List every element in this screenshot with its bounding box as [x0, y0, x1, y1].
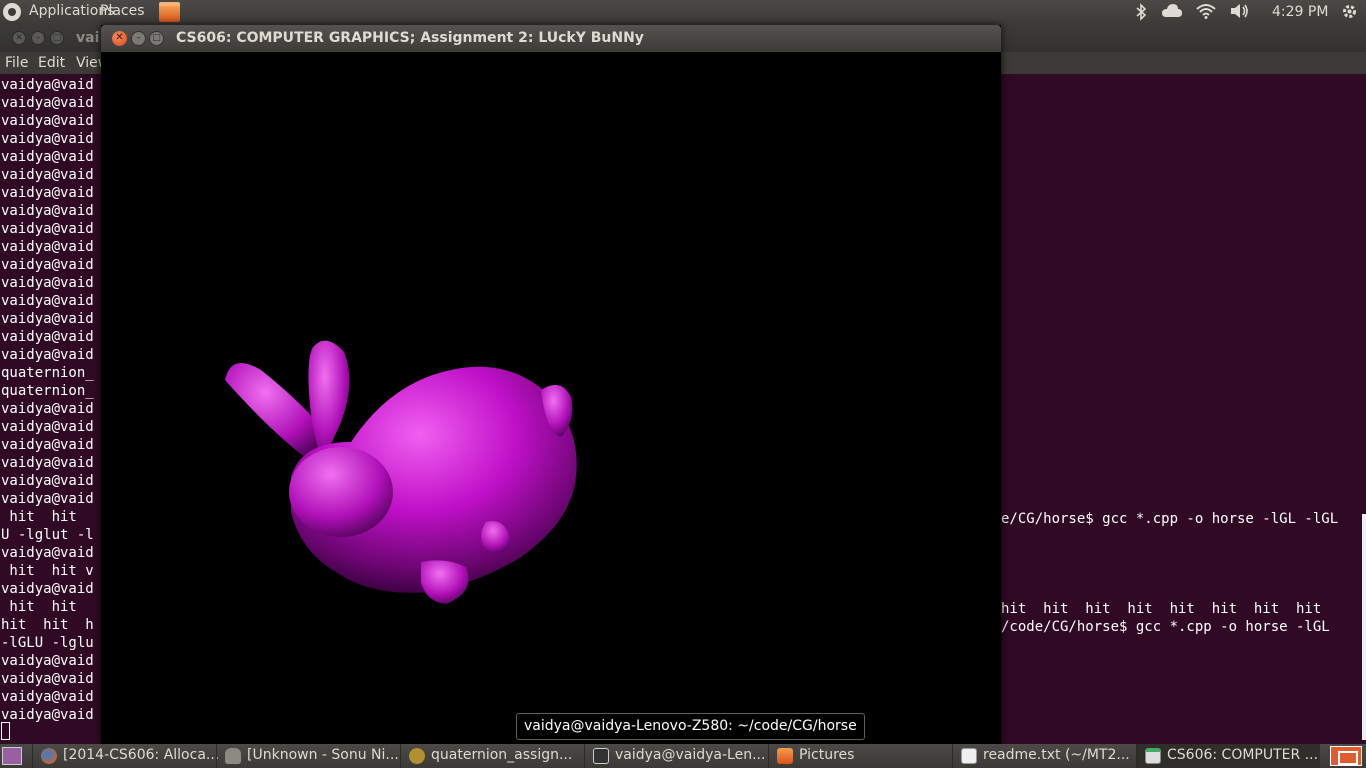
- terminal-line: vaidya@vaid: [1, 95, 94, 111]
- terminal-line: -lGLU -lglu: [1, 635, 94, 651]
- taskbar-item-gimp[interactable]: quaternion_assign...: [400, 744, 584, 768]
- taskbar-item-firefox[interactable]: [2014-CS606: Alloca...: [32, 744, 220, 768]
- terminal-line: vaidya@vaid: [1, 347, 94, 363]
- minimize-button[interactable]: –: [131, 31, 146, 46]
- terminal-line: quaternion_: [1, 365, 94, 381]
- bluetooth-icon[interactable]: [1135, 3, 1147, 25]
- taskbar-item-text-editor[interactable]: readme.txt (~/MT2...: [952, 744, 1136, 768]
- gear-icon[interactable]: [1341, 3, 1358, 24]
- menu-edit[interactable]: Edit: [38, 55, 65, 71]
- terminal-line: vaidya@vaid: [1, 275, 94, 291]
- taskbar-item-label: readme.txt (~/MT2...: [983, 747, 1130, 763]
- terminal-line: vaidya@vaid: [1, 149, 94, 165]
- terminal-line: quaternion_: [1, 383, 94, 399]
- taskbar-item-opengl-window[interactable]: CS606: COMPUTER ...: [1136, 744, 1320, 768]
- terminal-scrollbar[interactable]: [1362, 514, 1366, 740]
- close-button[interactable]: ✕: [112, 31, 127, 46]
- terminal-line: vaidya@vaid: [1, 239, 94, 255]
- places-menu[interactable]: Places: [100, 3, 145, 19]
- terminal-line: vaidya@vaid: [1, 437, 94, 453]
- taskbar-item-media-player[interactable]: [Unknown - Sonu Ni...: [216, 744, 400, 768]
- terminal-line: hit hit hit hit hit hit hit hit: [1001, 601, 1322, 617]
- taskbar-item-label: [2014-CS606: Alloca...: [63, 747, 220, 763]
- terminal-line: vaidya@vaid: [1, 401, 94, 417]
- terminal-line: vaidya@vaid: [1, 311, 94, 327]
- terminal-line: vaidya@vaid: [1, 707, 94, 723]
- gimp-icon: [409, 748, 425, 764]
- terminal-minimize-button[interactable]: –: [31, 31, 45, 45]
- terminal-line: vaidya@vaid: [1, 329, 94, 345]
- window-icon: [1145, 748, 1161, 764]
- terminal-line: vaidya@vaid: [1, 113, 94, 129]
- opengl-titlebar[interactable]: ✕ – □ CS606: COMPUTER GRAPHICS; Assignme…: [101, 25, 1001, 52]
- terminal-line: hit hit: [1, 599, 86, 615]
- firefox-icon: [41, 748, 57, 764]
- media-player-icon: [225, 748, 241, 764]
- terminal-line: vaidya@vaid: [1, 293, 94, 309]
- terminal-line: hit hit v: [1, 563, 94, 579]
- taskbar-item-terminal[interactable]: vaidya@vaidya-Len...: [584, 744, 768, 768]
- opengl-window: ✕ – □ CS606: COMPUTER GRAPHICS; Assignme…: [101, 25, 1001, 745]
- terminal-title: vai: [76, 30, 100, 46]
- folder-icon: [777, 748, 793, 764]
- show-desktop-icon[interactable]: [2, 747, 22, 765]
- terminal-cursor: [1, 722, 10, 740]
- workspace-switcher-icon[interactable]: [1330, 746, 1362, 766]
- terminal-line: vaidya@vaid: [1, 203, 94, 219]
- wifi-icon[interactable]: [1196, 3, 1216, 23]
- terminal-line: vaidya@vaid: [1, 131, 94, 147]
- terminal-line: /code/CG/horse$ gcc *.cpp -o horse -lGL: [1001, 619, 1330, 635]
- render-canvas[interactable]: [101, 52, 1001, 745]
- terminal-line: U -lglut -l: [1, 527, 94, 543]
- clock[interactable]: 4:29 PM: [1272, 4, 1328, 20]
- terminal-icon: [593, 748, 609, 764]
- taskbar: [2014-CS606: Alloca... [Unknown - Sonu N…: [0, 744, 1366, 768]
- top-panel: Applications Places 4:29 PM: [0, 0, 1366, 24]
- maximize-button[interactable]: □: [149, 31, 164, 46]
- terminal-close-button[interactable]: ✕: [12, 31, 26, 45]
- terminal-line: vaidya@vaid: [1, 653, 94, 669]
- terminal-line: e/CG/horse$ gcc *.cpp -o horse -lGL -lGL: [1001, 511, 1339, 527]
- terminal-line: vaidya@vaid: [1, 167, 94, 183]
- window-title: CS606: COMPUTER GRAPHICS; Assignment 2: …: [176, 30, 644, 46]
- terminal-line: hit hit: [1, 509, 86, 525]
- terminal-line: vaidya@vaid: [1, 257, 94, 273]
- terminal-line: vaidya@vaid: [1, 689, 94, 705]
- terminal-line: vaidya@vaid: [1, 77, 94, 93]
- taskbar-item-label: CS606: COMPUTER ...: [1167, 747, 1319, 763]
- tooltip: vaidya@vaidya-Lenovo-Z580: ~/code/CG/hor…: [516, 713, 865, 740]
- text-editor-icon: [961, 748, 977, 764]
- terminal-line: vaidya@vaid: [1, 671, 94, 687]
- bunny-render: [225, 340, 577, 604]
- ubuntu-logo-icon[interactable]: [3, 3, 21, 21]
- terminal-line: hit hit h: [1, 617, 94, 633]
- terminal-line: vaidya@vaid: [1, 581, 94, 597]
- terminal-maximize-button[interactable]: □: [50, 31, 64, 45]
- terminal-line: vaidya@vaid: [1, 455, 94, 471]
- terminal-line: vaidya@vaid: [1, 419, 94, 435]
- terminal-line: vaidya@vaid: [1, 185, 94, 201]
- volume-icon[interactable]: [1230, 3, 1250, 23]
- terminal-line: vaidya@vaid: [1, 491, 94, 507]
- folder-launcher-icon[interactable]: [159, 2, 180, 22]
- taskbar-item-label: quaternion_assign...: [431, 747, 573, 763]
- terminal-line: vaidya@vaid: [1, 473, 94, 489]
- terminal-line: vaidya@vaid: [1, 545, 94, 561]
- menu-file[interactable]: File: [5, 55, 28, 71]
- taskbar-item-label: [Unknown - Sonu Ni...: [247, 747, 399, 763]
- cloud-icon[interactable]: [1161, 3, 1183, 23]
- taskbar-item-pictures[interactable]: Pictures: [768, 744, 952, 768]
- taskbar-item-label: vaidya@vaidya-Len...: [615, 747, 766, 763]
- terminal-line: vaidya@vaid: [1, 221, 94, 237]
- taskbar-item-label: Pictures: [799, 747, 855, 763]
